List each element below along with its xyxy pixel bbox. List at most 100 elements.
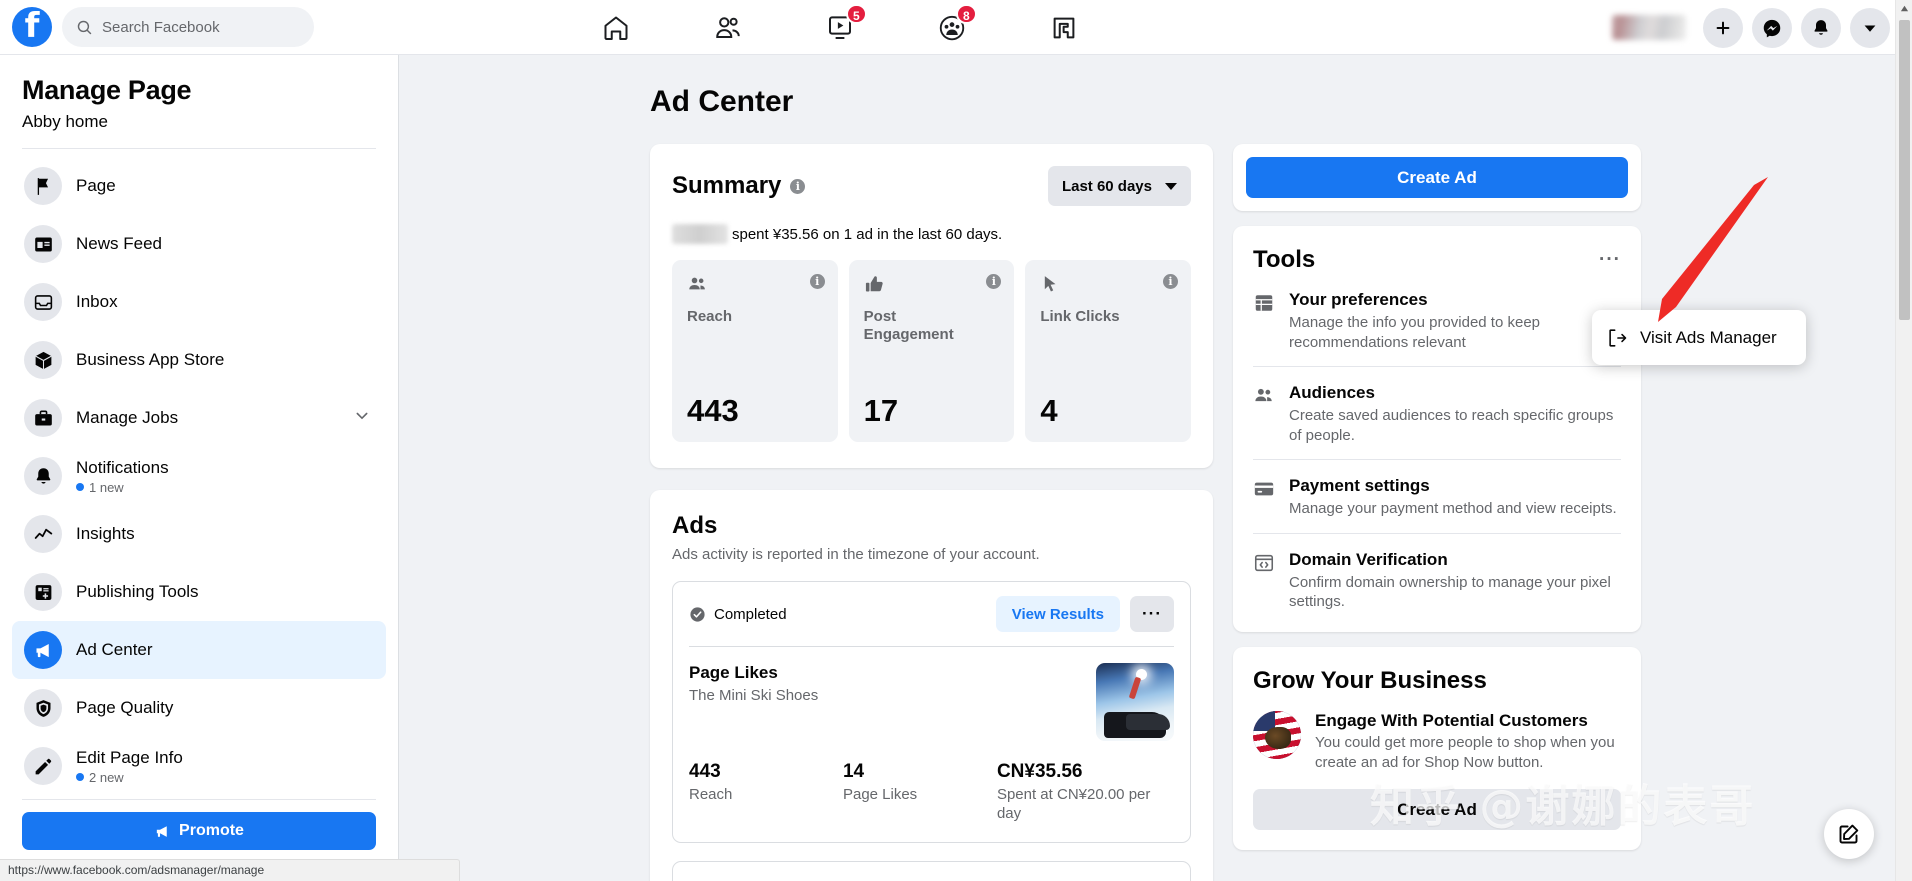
compose-floating-button[interactable] [1824, 809, 1874, 859]
nav-groups[interactable]: 8 [896, 0, 1008, 55]
summary-spend-sentence: spent ¥35.56 on 1 ad in the last 60 days… [650, 206, 1213, 244]
facebook-logo-icon[interactable] [12, 4, 52, 48]
top-navigation-bar: Search Facebook 5 [0, 0, 1912, 55]
audiences-icon [1255, 388, 1272, 402]
profile-chip[interactable] [1604, 10, 1694, 46]
ad-stat: 443 Reach [689, 761, 843, 824]
tool-item-domain-verification[interactable]: Domain Verification Confirm domain owner… [1253, 532, 1621, 626]
caret-up-icon [1900, 5, 1909, 12]
info-icon[interactable]: i [986, 274, 1002, 289]
nav-gaming[interactable] [1008, 0, 1120, 55]
ad-name: Page Likes [689, 663, 778, 682]
thumbs-up-icon [865, 276, 883, 292]
tool-item-audiences[interactable]: Audiences Create saved audiences to reac… [1253, 366, 1621, 459]
inbox-icon [24, 283, 62, 321]
visit-ads-manager-label: Visit Ads Manager [1640, 327, 1777, 347]
date-range-dropdown[interactable]: Last 60 days [1047, 166, 1191, 206]
window-scrollbar[interactable] [1895, 0, 1912, 881]
sidebar-item-publishing-tools[interactable]: Publishing Tools [12, 563, 386, 621]
create-menu-button[interactable] [1703, 7, 1743, 48]
sidebar-item-label: Manage Jobs [76, 408, 179, 427]
grow-create-ad-button[interactable]: Create Ad [1253, 789, 1621, 830]
tool-description: Confirm domain ownership to manage your … [1289, 573, 1611, 611]
shield-icon [24, 689, 62, 727]
metric-value: 17 [863, 393, 899, 428]
tool-text: Domain Verification Confirm domain owner… [1289, 550, 1621, 612]
tool-item-payment-settings[interactable]: Payment settings Manage your payment met… [1253, 459, 1621, 533]
scrollbar-thumb[interactable] [1899, 20, 1910, 320]
grow-title: Grow Your Business [1253, 666, 1487, 694]
preferences-icon [1255, 295, 1273, 311]
eagle-shape [1265, 726, 1291, 749]
ad-more-button[interactable]: ··· [1130, 596, 1174, 632]
summary-metrics: i Reach 443 i Post Engagement 17 i Link … [650, 244, 1213, 468]
grow-item[interactable]: Engage With Potential Customers You coul… [1253, 710, 1621, 774]
metric-post-engagement: i Post Engagement 17 [848, 260, 1015, 442]
metric-label: Link Clicks [1040, 308, 1120, 325]
tool-name: Domain Verification [1289, 549, 1448, 569]
sidebar-item-notifications[interactable]: Notifications 1 new [12, 447, 386, 505]
scroll-up-arrow[interactable] [1896, 0, 1912, 17]
ad-thumbnail [1096, 663, 1174, 741]
grow-item-description: You could get more people to shop when y… [1315, 733, 1615, 771]
ads-card: Ads Ads activity is reported in the time… [650, 490, 1213, 881]
create-ad-button[interactable]: Create Ad [1246, 157, 1628, 198]
sidebar-item-inbox[interactable]: Inbox [12, 273, 386, 331]
ad-actions: View Results ··· [995, 596, 1174, 632]
megaphone-icon [24, 631, 62, 669]
messenger-icon [1763, 19, 1781, 37]
view-results-button[interactable]: View Results [995, 596, 1120, 632]
nav-home[interactable] [560, 0, 672, 55]
profile-name-blurred [1612, 15, 1686, 40]
info-icon[interactable]: i [1163, 274, 1179, 289]
search-icon [77, 20, 92, 34]
ad-description: The Mini Ski Shoes [689, 687, 819, 704]
cube-icon [24, 341, 62, 379]
promote-button[interactable]: Promote [22, 812, 376, 850]
chevron-down-icon[interactable] [354, 408, 370, 429]
sidebar-item-page-quality[interactable]: Page Quality [12, 679, 386, 737]
messenger-button[interactable] [1752, 7, 1792, 48]
browser-status-url: https://www.facebook.com/adsmanager/mana… [0, 859, 460, 881]
tool-name: Audiences [1289, 383, 1375, 402]
sidebar-item-business-app-store[interactable]: Business App Store [12, 331, 386, 389]
ad-status-label: Completed [714, 605, 787, 623]
sidebar-item-label: News Feed [76, 234, 162, 253]
sidebar-item-page[interactable]: Page [12, 157, 386, 215]
chevron-down-icon [1165, 182, 1177, 190]
nav-watch[interactable]: 5 [784, 0, 896, 55]
tools-more-button[interactable]: ··· [1599, 250, 1621, 269]
metric-value: 4 [1040, 393, 1058, 428]
visit-ads-manager-popup[interactable]: Visit Ads Manager [1592, 310, 1806, 365]
groups-badge: 8 [956, 4, 977, 24]
info-icon[interactable]: i [790, 178, 806, 194]
sidebar-item-label: Edit Page Info [76, 747, 183, 767]
summary-card: Summary i Last 60 days spent ¥35.56 on 1… [650, 144, 1213, 468]
ads-subtitle: Ads activity is reported in the timezone… [672, 546, 1040, 563]
tools-card: Tools ··· Your preferences Manage the in… [1233, 226, 1641, 632]
sidebar-item-insights[interactable]: Insights [12, 505, 386, 563]
sidebar-item-edit-page-info[interactable]: Edit Page Info 2 new [12, 737, 386, 795]
chevron-down-icon [1864, 25, 1876, 32]
nav-friends[interactable] [672, 0, 784, 55]
search-input[interactable]: Search Facebook [62, 7, 314, 47]
tools-title: Tools [1253, 246, 1316, 273]
briefcase-icon [24, 399, 62, 437]
sidebar-item-news-feed[interactable]: News Feed [12, 215, 386, 273]
topbar-left: Search Facebook [0, 4, 314, 48]
tool-item-your-preferences[interactable]: Your preferences Manage the info you pro… [1253, 274, 1621, 366]
tool-text: Your preferences Manage the info you pro… [1289, 290, 1621, 352]
account-menu-button[interactable] [1850, 7, 1890, 48]
friends-icon [716, 16, 740, 38]
tool-name: Payment settings [1289, 476, 1430, 495]
notifications-button[interactable] [1801, 7, 1841, 48]
sidebar-item-badge: 2 new [76, 770, 183, 785]
sidebar-item-manage-jobs[interactable]: Manage Jobs [12, 389, 386, 447]
sidebar-item-ad-center[interactable]: Ad Center [12, 621, 386, 679]
info-icon[interactable]: i [809, 274, 825, 289]
search-placeholder-text: Search Facebook [102, 18, 220, 36]
sidebar-subtitle: Abby home [22, 112, 108, 131]
sidebar-item-label: Insights [76, 524, 135, 543]
ad-stat-label: Page Likes [842, 786, 918, 803]
sidebar-divider-bottom [22, 799, 376, 800]
